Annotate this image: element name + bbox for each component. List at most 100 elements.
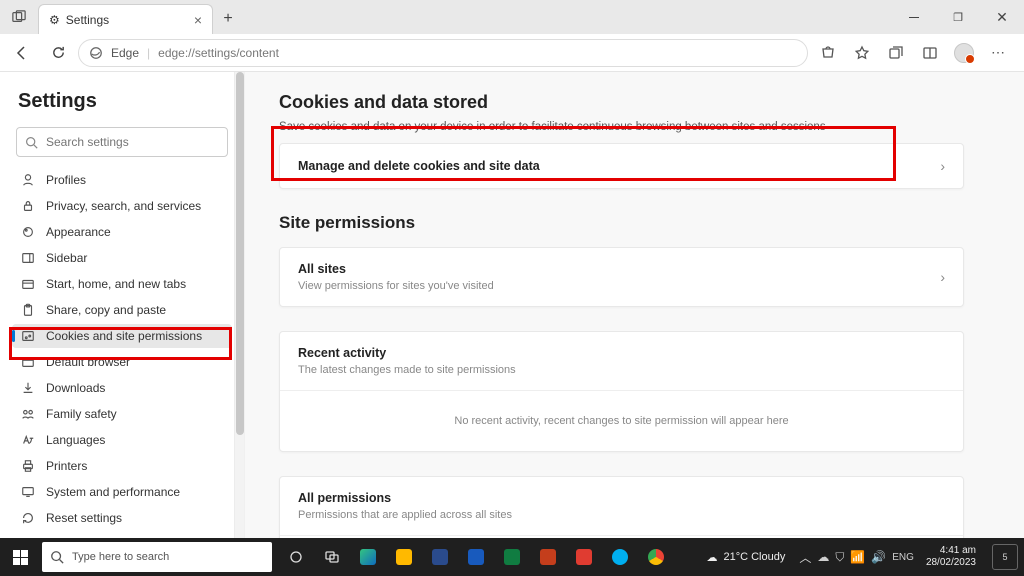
browser-icon xyxy=(20,355,36,369)
download-icon xyxy=(20,381,36,395)
close-tab-button[interactable]: × xyxy=(194,12,202,28)
family-icon xyxy=(20,407,36,421)
nav-cookies[interactable]: Cookies and site permissions xyxy=(12,324,232,348)
nav-family[interactable]: Family safety xyxy=(12,402,232,426)
split-screen-icon[interactable] xyxy=(914,38,946,68)
window-close-button[interactable]: ✕ xyxy=(980,0,1024,34)
defender-icon[interactable]: ⛉ xyxy=(835,550,844,565)
taskbar-search[interactable]: Type here to search xyxy=(42,542,272,572)
clock-time: 4:41 am xyxy=(940,545,976,557)
explorer-app-icon[interactable] xyxy=(386,538,422,576)
title-bar: ⚙ Settings × + ❐ ✕ xyxy=(0,0,1024,34)
favorite-icon[interactable] xyxy=(846,38,878,68)
wifi-icon[interactable]: 📶 xyxy=(850,550,865,564)
cookies-icon xyxy=(20,329,36,343)
cloud-icon: ☁ xyxy=(706,551,717,564)
site-permissions-heading: Site permissions xyxy=(279,213,964,233)
clipboard-icon xyxy=(20,303,36,317)
settings-search-input[interactable] xyxy=(46,135,219,149)
browser-tab-settings[interactable]: ⚙ Settings × xyxy=(38,4,213,34)
recent-activity-card: Recent activity The latest changes made … xyxy=(279,331,964,452)
window-maximize-button[interactable]: ❐ xyxy=(936,0,980,34)
window-minimize-button[interactable] xyxy=(892,0,936,34)
word-app-icon[interactable] xyxy=(458,538,494,576)
avatar-icon xyxy=(954,43,974,63)
nav-system[interactable]: System and performance xyxy=(12,480,232,504)
tabs-icon xyxy=(20,277,36,291)
search-icon xyxy=(50,550,64,564)
taskbar-clock[interactable]: 4:41 am 28/02/2023 xyxy=(920,545,982,569)
nav-sidebar[interactable]: Sidebar xyxy=(12,246,232,270)
paint-icon xyxy=(20,225,36,239)
system-icon xyxy=(20,485,36,499)
chevron-right-icon: › xyxy=(940,269,945,285)
all-sites-desc: View permissions for sites you've visite… xyxy=(298,280,494,292)
taskbar-apps xyxy=(278,538,674,576)
more-menu-button[interactable]: ⋯ xyxy=(982,38,1014,68)
settings-nav: Profiles Privacy, search, and services A… xyxy=(12,167,232,576)
collections-icon[interactable] xyxy=(880,38,912,68)
refresh-button[interactable] xyxy=(42,38,74,68)
action-center-button[interactable]: 5 xyxy=(992,544,1018,570)
address-engine: Edge xyxy=(111,46,139,60)
language-icon[interactable]: ENG xyxy=(892,552,914,563)
wps-app-icon[interactable] xyxy=(566,538,602,576)
nav-reset[interactable]: Reset settings xyxy=(12,506,232,530)
shopping-icon[interactable] xyxy=(812,38,844,68)
windows-taskbar: Type here to search ☁ 21°C Cloudy ︿ ☁ ⛉ … xyxy=(0,538,1024,576)
browser-toolbar: Edge | edge://settings/content ⋯ xyxy=(0,34,1024,72)
chat-icon[interactable] xyxy=(314,538,350,576)
notification-count: 5 xyxy=(1002,552,1007,562)
powerpoint-app-icon[interactable] xyxy=(530,538,566,576)
weather-widget[interactable]: ☁ 21°C Cloudy xyxy=(706,551,785,564)
nav-printers[interactable]: Printers xyxy=(12,454,232,478)
nav-languages[interactable]: Languages xyxy=(12,428,232,452)
language-icon xyxy=(20,433,36,447)
edge-logo-icon xyxy=(89,46,103,60)
excel-app-icon[interactable] xyxy=(494,538,530,576)
weather-text: 21°C Cloudy xyxy=(723,551,785,563)
address-bar[interactable]: Edge | edge://settings/content xyxy=(78,39,808,67)
sidebar-scroll-thumb[interactable] xyxy=(236,72,244,435)
address-url: edge://settings/content xyxy=(158,46,279,60)
chrome-app-icon[interactable] xyxy=(638,538,674,576)
back-button[interactable] xyxy=(6,38,38,68)
start-button[interactable] xyxy=(0,538,40,576)
all-sites-card: All sites View permissions for sites you… xyxy=(279,247,964,307)
reset-icon xyxy=(20,511,36,525)
chevron-up-icon[interactable]: ︿ xyxy=(799,549,811,566)
store-app-icon[interactable] xyxy=(422,538,458,576)
nav-privacy[interactable]: Privacy, search, and services xyxy=(12,194,232,218)
all-permissions-desc: Permissions that are applied across all … xyxy=(298,509,945,521)
all-sites-row[interactable]: All sites View permissions for sites you… xyxy=(280,248,963,306)
windows-logo-icon xyxy=(13,550,28,565)
nav-start-home[interactable]: Start, home, and new tabs xyxy=(12,272,232,296)
settings-search[interactable] xyxy=(16,127,228,157)
recent-activity-desc: The latest changes made to site permissi… xyxy=(298,364,945,376)
edge-app-icon[interactable] xyxy=(350,538,386,576)
onedrive-icon[interactable]: ☁ xyxy=(817,550,829,564)
skype-app-icon[interactable] xyxy=(602,538,638,576)
tab-title: Settings xyxy=(66,13,109,27)
nav-downloads[interactable]: Downloads xyxy=(12,376,232,400)
system-tray: ☁ 21°C Cloudy ︿ ☁ ⛉ 📶 🔊 ENG 4:41 am 28/0… xyxy=(700,538,1024,576)
gear-icon: ⚙ xyxy=(49,13,60,27)
manage-cookies-row[interactable]: Manage and delete cookies and site data … xyxy=(280,144,963,188)
profile-button[interactable] xyxy=(948,38,980,68)
tab-overview-button[interactable] xyxy=(0,0,38,34)
all-permissions-card: All permissions Permissions that are app… xyxy=(279,476,964,538)
new-tab-button[interactable]: + xyxy=(213,4,243,34)
clock-date: 28/02/2023 xyxy=(926,557,976,569)
nav-appearance[interactable]: Appearance xyxy=(12,220,232,244)
printer-icon xyxy=(20,459,36,473)
volume-icon[interactable]: 🔊 xyxy=(871,550,886,564)
settings-sidebar: Settings Profiles Privacy, search, and s… xyxy=(0,72,245,538)
nav-default-browser[interactable]: Default browser xyxy=(12,350,232,374)
nav-profiles[interactable]: Profiles xyxy=(12,168,232,192)
panel-icon xyxy=(20,251,36,265)
manage-cookies-card: Manage and delete cookies and site data … xyxy=(279,143,964,189)
nav-share-copy[interactable]: Share, copy and paste xyxy=(12,298,232,322)
sidebar-scrollbar[interactable] xyxy=(234,72,244,538)
taskview-button[interactable] xyxy=(278,538,314,576)
taskbar-search-placeholder: Type here to search xyxy=(72,551,169,563)
